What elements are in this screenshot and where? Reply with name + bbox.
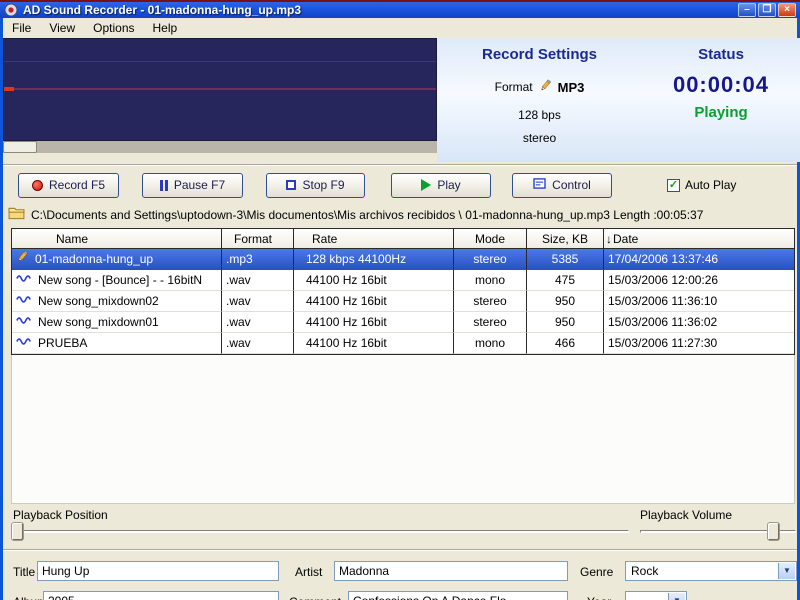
comment-field[interactable] bbox=[348, 591, 568, 600]
waveform-gridline bbox=[4, 61, 436, 62]
bitrate-value: 128 bps bbox=[518, 108, 561, 122]
column-header-mode[interactable]: Mode bbox=[454, 229, 527, 249]
pause-icon bbox=[159, 179, 168, 191]
autoplay-checkbox[interactable]: ✓ bbox=[667, 178, 680, 192]
format-label: Format bbox=[494, 80, 533, 94]
artist-label: Artist bbox=[295, 565, 323, 579]
folder-icon bbox=[8, 207, 25, 223]
title-label: Title bbox=[13, 565, 36, 579]
column-header-name[interactable]: Name bbox=[12, 229, 222, 249]
autoplay-label: Auto Play bbox=[685, 178, 737, 192]
close-button[interactable]: × bbox=[778, 3, 796, 17]
file-list-empty-area bbox=[11, 355, 795, 504]
file-name: New song - [Bounce] - - 16bitN bbox=[38, 272, 203, 287]
section-divider bbox=[3, 549, 797, 551]
record-settings-header: Record Settings bbox=[481, 46, 598, 63]
stop-button[interactable]: Stop F9 bbox=[266, 172, 365, 198]
stop-icon bbox=[286, 180, 297, 190]
waveform-scrollbar-thumb[interactable] bbox=[3, 141, 37, 153]
menu-options[interactable]: Options bbox=[84, 19, 143, 37]
menu-file[interactable]: File bbox=[3, 19, 40, 37]
playback-state: Playing bbox=[694, 104, 748, 121]
menu-bar: File View Options Help bbox=[3, 18, 797, 38]
playback-position-label: Playback Position bbox=[13, 508, 108, 522]
position-slider[interactable] bbox=[11, 530, 629, 533]
path-bar: C:\Documents and Settings\uptodown-3\Mis… bbox=[8, 206, 797, 223]
waveform-display[interactable] bbox=[3, 38, 437, 141]
format-value: MP3 bbox=[557, 79, 585, 95]
column-header-size[interactable]: Size, KB bbox=[527, 229, 604, 249]
comment-label: Comment bbox=[289, 595, 341, 600]
year-label: Year bbox=[587, 595, 611, 600]
window-title: AD Sound Recorder - 01-madonna-hung_up.m… bbox=[23, 3, 302, 17]
album-label: Album bbox=[13, 595, 47, 600]
channel-mode-value: stereo bbox=[522, 131, 557, 145]
control-icon bbox=[533, 178, 546, 192]
title-bar[interactable]: AD Sound Recorder - 01-madonna-hung_up.m… bbox=[0, 0, 800, 18]
file-name: New song_mixdown02 bbox=[38, 293, 159, 308]
info-panel: Record Settings Format MP3 128 bps stere… bbox=[437, 38, 800, 162]
elapsed-time: 00:00:04 bbox=[672, 72, 770, 97]
volume-slider-thumb[interactable] bbox=[768, 523, 779, 540]
sine-wave-icon bbox=[16, 312, 32, 332]
minimize-button[interactable]: – bbox=[738, 3, 756, 17]
table-row[interactable]: New song_mixdown01 .wav 44100 Hz 16bit s… bbox=[12, 312, 794, 333]
waveform-cursor bbox=[4, 87, 14, 91]
record-icon bbox=[31, 179, 43, 191]
play-button[interactable]: Play bbox=[391, 172, 491, 198]
app-window: AD Sound Recorder - 01-madonna-hung_up.m… bbox=[0, 0, 800, 600]
position-slider-thumb[interactable] bbox=[12, 523, 23, 540]
album-field[interactable] bbox=[43, 591, 279, 600]
section-divider bbox=[3, 164, 797, 166]
status-header: Status bbox=[698, 46, 744, 63]
waveform-scrollbar[interactable] bbox=[3, 141, 437, 153]
pencil-icon bbox=[539, 79, 552, 95]
app-icon bbox=[4, 3, 19, 17]
column-header-format[interactable]: Format bbox=[222, 229, 294, 249]
file-name: New song_mixdown01 bbox=[38, 314, 159, 329]
pause-button[interactable]: Pause F7 bbox=[142, 172, 243, 198]
record-button[interactable]: Record F5 bbox=[18, 172, 119, 198]
table-header: Name Format Rate Mode Size, KB ↓Date bbox=[12, 229, 794, 249]
table-row[interactable]: New song - [Bounce] - - 16bitN .wav 4410… bbox=[12, 270, 794, 291]
waveform-baseline bbox=[4, 88, 436, 90]
maximize-button[interactable]: ❐ bbox=[758, 3, 776, 17]
menu-view[interactable]: View bbox=[40, 19, 84, 37]
playback-volume-label: Playback Volume bbox=[640, 508, 733, 522]
transport-toolbar: Record F5 Pause F7 Stop F9 Play Control … bbox=[3, 171, 797, 199]
table-row[interactable]: New song_mixdown02 .wav 44100 Hz 16bit s… bbox=[12, 291, 794, 312]
column-header-rate[interactable]: Rate bbox=[294, 229, 454, 249]
file-list: Name Format Rate Mode Size, KB ↓Date 01-… bbox=[11, 228, 795, 355]
column-header-date[interactable]: ↓Date bbox=[604, 229, 794, 249]
control-button[interactable]: Control bbox=[512, 172, 612, 198]
sort-descending-icon: ↓ bbox=[606, 232, 612, 246]
year-dropdown[interactable]: ▼ bbox=[625, 591, 687, 600]
sine-wave-icon bbox=[16, 291, 32, 311]
artist-field[interactable] bbox=[334, 561, 568, 581]
status-section: Status 00:00:04 Playing bbox=[642, 38, 800, 162]
pencil-icon bbox=[16, 249, 29, 269]
file-path-text: C:\Documents and Settings\uptodown-3\Mis… bbox=[31, 207, 704, 222]
chevron-down-icon[interactable]: ▼ bbox=[778, 563, 795, 579]
title-field[interactable] bbox=[37, 561, 279, 581]
record-settings-section: Record Settings Format MP3 128 bps stere… bbox=[437, 38, 642, 162]
menu-help[interactable]: Help bbox=[144, 19, 187, 37]
file-name: 01-madonna-hung_up bbox=[35, 251, 154, 266]
window-controls: – ❐ × bbox=[738, 3, 796, 17]
play-icon bbox=[421, 179, 432, 191]
sine-wave-icon bbox=[16, 270, 32, 290]
table-row[interactable]: PRUEBA .wav 44100 Hz 16bit mono 466 15/0… bbox=[12, 333, 794, 354]
file-name: PRUEBA bbox=[38, 335, 88, 350]
chevron-down-icon[interactable]: ▼ bbox=[668, 593, 685, 600]
genre-dropdown[interactable]: Rock ▼ bbox=[625, 561, 797, 581]
table-row[interactable]: 01-madonna-hung_up .mp3 128 kbps 44100Hz… bbox=[12, 249, 794, 270]
genre-label: Genre bbox=[580, 565, 614, 579]
sine-wave-icon bbox=[16, 333, 32, 353]
autoplay-toggle[interactable]: ✓ Auto Play bbox=[667, 178, 736, 192]
